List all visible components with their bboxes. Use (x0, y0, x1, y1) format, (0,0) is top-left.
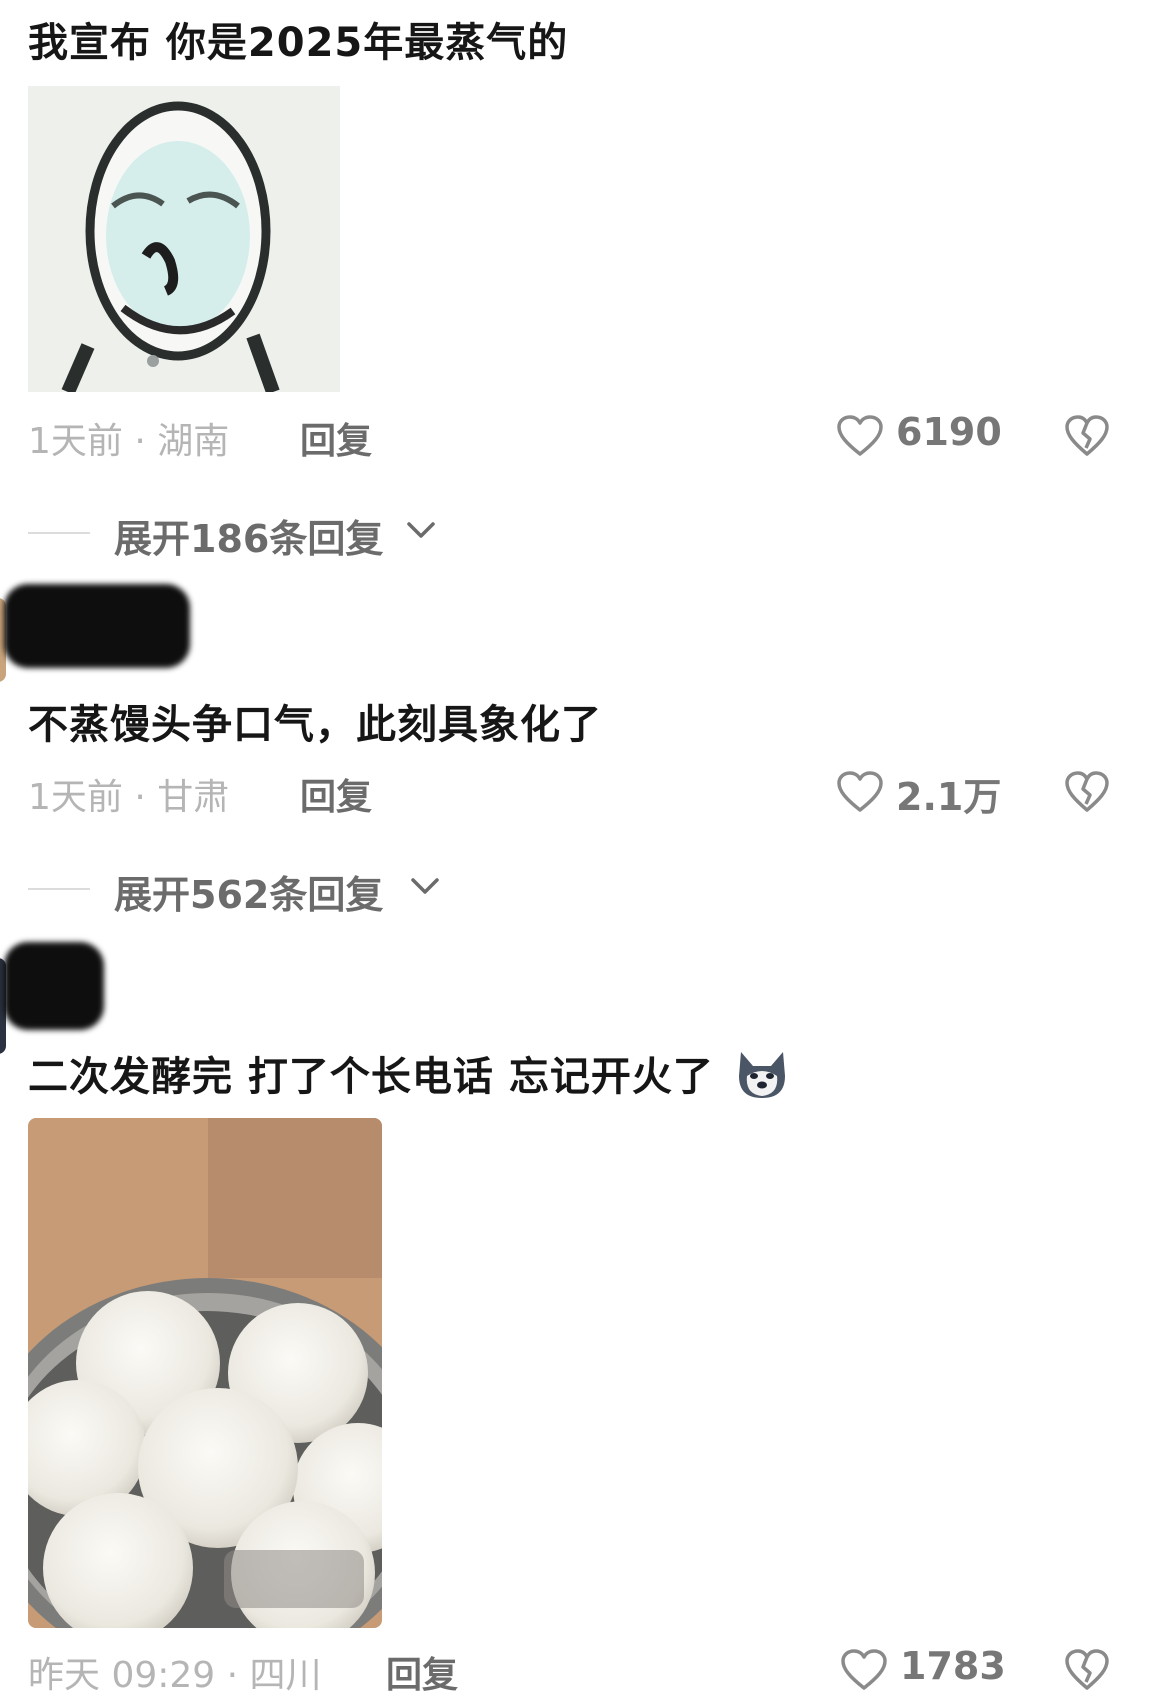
comment-meta: 1天前 · 甘肃 回复 2.1万 (28, 768, 1162, 820)
comment-time-location: 昨天 09:29 · 四川 (28, 1655, 322, 1696)
username-redacted (4, 584, 190, 668)
expand-replies-label: 展开562条回复 (114, 873, 384, 917)
meme-face-image[interactable] (28, 86, 340, 392)
heart-icon (837, 415, 883, 456)
chevron-down-icon (411, 878, 439, 894)
heart-icon (837, 771, 883, 812)
like-count: 1783 (900, 1644, 1006, 1688)
reply-button[interactable]: 回复 (300, 768, 372, 820)
reply-button[interactable]: 回复 (300, 412, 372, 464)
comment-text: 我宣布 你是2025年最蒸气的 (28, 20, 569, 66)
reply-button[interactable]: 回复 (386, 1646, 458, 1698)
expand-replies-label: 展开186条回复 (114, 517, 384, 561)
steamed-buns-photo[interactable] (28, 1118, 382, 1628)
broken-heart-icon[interactable] (1064, 770, 1110, 814)
broken-heart-icon[interactable] (1064, 414, 1110, 458)
comment-text-content: 二次发酵完 打了个长电话 忘记开火了 (28, 1054, 714, 1100)
username-redacted (4, 942, 104, 1030)
like-count: 2.1万 (896, 775, 1002, 819)
like-count: 6190 (896, 410, 1002, 454)
comment-text: 不蒸馒头争口气，此刻具象化了 (28, 702, 602, 748)
heart-icon (841, 1649, 887, 1690)
broken-heart-icon[interactable] (1064, 1648, 1110, 1692)
husky-dog-emoji (738, 1052, 785, 1098)
comment-time-location: 1天前 · 甘肃 (28, 777, 230, 818)
comment-text: 二次发酵完 打了个长电话 忘记开火了 (28, 1044, 791, 1102)
comment-meta: 昨天 09:29 · 四川 回复 1783 (28, 1644, 1162, 1698)
comment-meta: 1天前 · 湖南 回复 6190 (28, 410, 1162, 464)
chevron-down-icon (407, 522, 435, 538)
comment-time-location: 1天前 · 湖南 (28, 421, 230, 462)
divider-line (28, 888, 90, 890)
divider-line (28, 532, 90, 534)
